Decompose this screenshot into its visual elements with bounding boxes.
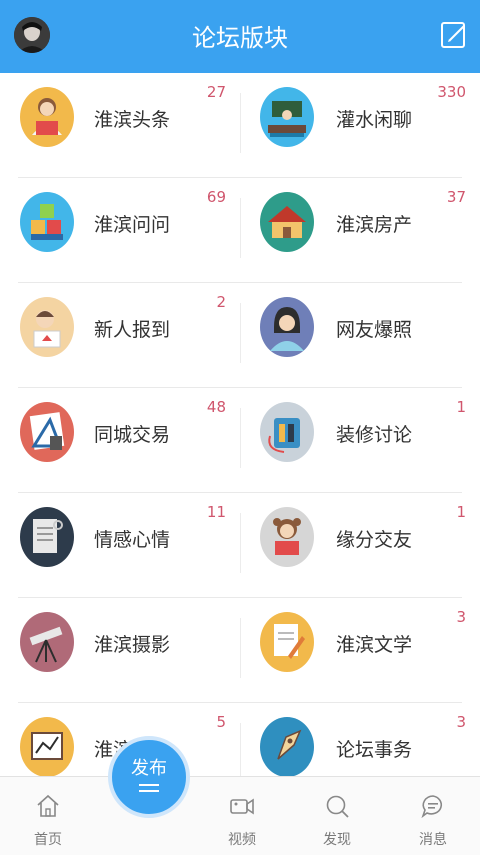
forum-item[interactable]: 灌水闲聊 330: [240, 73, 480, 178]
forum-row: 同城交易 48 装修讨论 1: [0, 388, 480, 493]
forum-row: 新人报到 2 网友爆照: [0, 283, 480, 388]
publish-mark: [139, 790, 159, 792]
forum-label: 同城交易: [94, 424, 171, 446]
forum-label: 论坛事务: [336, 739, 413, 761]
forum-count: 69: [206, 188, 226, 206]
forum-count: 1: [456, 503, 466, 521]
fountain-pen-icon: [260, 717, 314, 776]
telescope-icon: [20, 612, 74, 672]
forum-item[interactable]: 淮滨问问 69: [0, 178, 240, 283]
forum-count: 3: [456, 713, 466, 731]
publish-label: 发布: [131, 758, 167, 779]
house-icon: [260, 192, 314, 252]
forum-count: 48: [206, 398, 226, 416]
forum-item[interactable]: 论坛事务 3: [240, 703, 480, 776]
forum-item[interactable]: 装修讨论 1: [240, 388, 480, 493]
forum-item[interactable]: 淮滨摄影: [0, 598, 240, 703]
tab-label: 首页: [34, 832, 62, 848]
forum-item[interactable]: 网友爆照: [240, 283, 480, 388]
forum-label: 淮滨文学: [336, 634, 413, 656]
forum-count: 37: [446, 188, 466, 206]
forum-label: 淮滨问问: [94, 214, 171, 236]
forum-item[interactable]: 缘分交友 1: [240, 493, 480, 598]
forum-grid: 淮滨头条 27 灌水闲聊 330 淮滨问问 69 淮滨房产 37 新人报到 2 …: [0, 73, 480, 776]
forum-count: 330: [437, 83, 466, 101]
forum-item[interactable]: 淮滨文学 3: [240, 598, 480, 703]
forum-count: 3: [456, 608, 466, 626]
forum-count: 5: [216, 713, 226, 731]
forum-label: 缘分交友: [336, 529, 413, 551]
tab-label: 视频: [228, 832, 256, 848]
search-icon: [326, 795, 349, 818]
tab-home[interactable]: 首页: [8, 777, 88, 855]
publish-mark: [139, 784, 159, 786]
reading-person-icon: [20, 87, 74, 147]
bottom-tab-bar: 首页 视频 发现 消息: [0, 776, 480, 855]
top-bar: 论坛版块: [0, 0, 480, 73]
forum-count: 2: [216, 293, 226, 311]
forum-label: 淮滨头条: [94, 109, 171, 131]
forum-label: 淮滨房产: [336, 214, 413, 236]
forum-label: 网友爆照: [336, 319, 413, 341]
classroom-icon: [260, 87, 314, 147]
forum-label: 新人报到: [94, 319, 171, 341]
drawing-tools-icon: [20, 402, 74, 462]
publish-button[interactable]: 发布: [108, 736, 190, 818]
tab-messages[interactable]: 消息: [393, 777, 473, 855]
paper-pencil-icon: [260, 612, 314, 672]
toolbox-icon: [260, 402, 314, 462]
woman-icon: [260, 297, 314, 357]
tab-label: 发现: [323, 832, 351, 848]
forum-row: 情感心情 11 缘分交友 1: [0, 493, 480, 598]
forum-item[interactable]: 淮滨头条 27: [0, 73, 240, 178]
chart-board-icon: [20, 717, 74, 776]
forum-row: 淮滨摄影 淮滨文学 3: [0, 598, 480, 703]
notebook-icon: [20, 507, 74, 567]
girl-reading-icon: [260, 507, 314, 567]
forum-item[interactable]: 淮滨房产 37: [240, 178, 480, 283]
forum-row: 淮滨问问 69 淮滨房产 37: [0, 178, 480, 283]
newcomer-icon: [20, 297, 74, 357]
forum-item[interactable]: 同城交易 48: [0, 388, 240, 493]
blocks-icon: [20, 192, 74, 252]
tab-video[interactable]: 视频: [202, 777, 282, 855]
forum-item[interactable]: 情感心情 11: [0, 493, 240, 598]
forum-row: 淮滨商讯 5 论坛事务 3: [0, 703, 480, 776]
page-title: 论坛版块: [192, 24, 288, 52]
video-camera-icon: [230, 798, 254, 815]
compose-icon[interactable]: [440, 20, 468, 50]
forum-count: 1: [456, 398, 466, 416]
forum-label: 灌水闲聊: [336, 109, 413, 131]
forum-row: 淮滨头条 27 灌水闲聊 330: [0, 73, 480, 178]
forum-item[interactable]: 新人报到 2: [0, 283, 240, 388]
tab-discover[interactable]: 发现: [297, 777, 377, 855]
forum-label: 淮滨摄影: [94, 634, 171, 656]
forum-count: 27: [206, 83, 226, 101]
home-icon: [37, 794, 59, 817]
forum-label: 情感心情: [94, 529, 171, 551]
forum-count: 11: [206, 503, 226, 521]
chat-bubble-icon: [421, 795, 443, 819]
tab-label: 消息: [419, 832, 447, 848]
forum-label: 装修讨论: [336, 424, 413, 446]
